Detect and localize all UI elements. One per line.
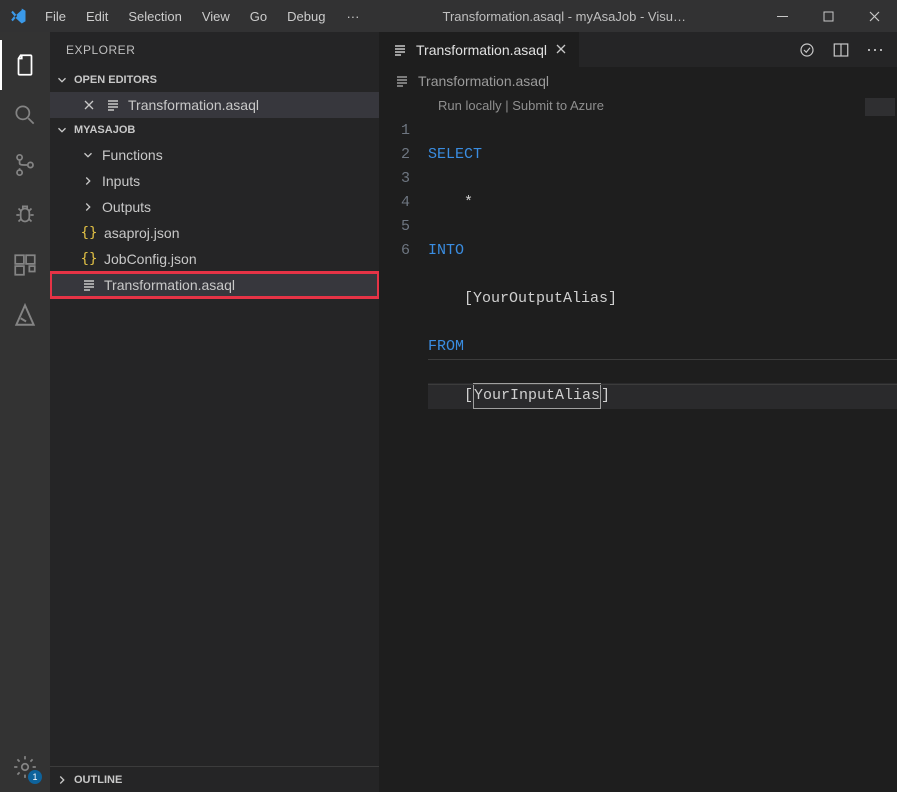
sidebar: EXPLORER OPEN EDITORS Transformation.asa…: [50, 32, 380, 792]
vscode-logo-icon: [0, 7, 36, 25]
tree-file-asaproj[interactable]: {} asaproj.json: [50, 220, 379, 246]
activity-explorer[interactable]: [0, 40, 50, 90]
activity-azure[interactable]: [0, 290, 50, 340]
tree-label: asaproj.json: [104, 225, 180, 241]
tree-label: Outputs: [102, 199, 151, 215]
open-editor-name: Transformation.asaql: [128, 97, 259, 113]
activity-extensions[interactable]: [0, 240, 50, 290]
editor-tab-label: Transformation.asaql: [416, 42, 547, 58]
open-editor-item[interactable]: Transformation.asaql: [50, 92, 379, 118]
tree-label: Functions: [102, 147, 163, 163]
json-icon: {}: [80, 225, 98, 241]
activity-settings[interactable]: 1: [0, 742, 50, 792]
minimap[interactable]: [841, 94, 897, 792]
tree-folder-outputs[interactable]: Outputs: [50, 194, 379, 220]
tree-folder-functions[interactable]: Functions: [50, 142, 379, 168]
codelens-run[interactable]: Run locally: [438, 98, 502, 113]
codelens: Run locally | Submit to Azure: [380, 94, 897, 119]
tree-label: Transformation.asaql: [104, 277, 235, 293]
tree-label: Inputs: [102, 173, 140, 189]
editor-tab[interactable]: Transformation.asaql: [380, 32, 580, 67]
workspace-label: MYASAJOB: [74, 124, 135, 136]
codelens-submit[interactable]: Submit to Azure: [512, 98, 604, 113]
workspace-section[interactable]: MYASAJOB: [50, 118, 379, 142]
activity-debug[interactable]: [0, 190, 50, 240]
menu-view[interactable]: View: [193, 3, 239, 30]
menu-selection[interactable]: Selection: [119, 3, 190, 30]
open-editors-label: OPEN EDITORS: [74, 74, 157, 86]
chevron-down-icon: [80, 148, 96, 162]
minimap-viewport[interactable]: [865, 98, 895, 116]
activity-source-control[interactable]: [0, 140, 50, 190]
tab-close-button[interactable]: [555, 42, 567, 58]
text-cursor: YourInputAlias: [473, 383, 601, 409]
more-actions-icon[interactable]: ···: [865, 32, 885, 68]
window-close-button[interactable]: [851, 0, 897, 32]
menu-bar: File Edit Selection View Go Debug ···: [36, 3, 369, 30]
tree-file-transformation[interactable]: Transformation.asaql: [50, 272, 379, 298]
editor-group: Transformation.asaql ··· Transformation.…: [380, 32, 897, 792]
code-editor[interactable]: Run locally | Submit to Azure 1 2 3 4 5 …: [380, 94, 897, 792]
chevron-right-icon: [80, 200, 96, 214]
json-icon: {}: [80, 251, 98, 267]
open-editors-section[interactable]: OPEN EDITORS: [50, 68, 379, 92]
chevron-right-icon: [80, 174, 96, 188]
menu-overflow[interactable]: ···: [336, 3, 369, 30]
editor-tabs: Transformation.asaql ···: [380, 32, 897, 68]
file-icon: [104, 97, 122, 113]
menu-debug[interactable]: Debug: [278, 3, 334, 30]
window-minimize-button[interactable]: [759, 0, 805, 32]
outline-section[interactable]: OUTLINE: [50, 766, 379, 792]
menu-edit[interactable]: Edit: [77, 3, 117, 30]
close-icon[interactable]: [80, 99, 98, 111]
file-icon: [392, 42, 408, 58]
activity-bar: 1: [0, 32, 50, 792]
breadcrumb-label: Transformation.asaql: [418, 73, 549, 89]
tree-file-jobconfig[interactable]: {} JobConfig.json: [50, 246, 379, 272]
file-tree: Functions Inputs Outputs {} asaproj.json…: [50, 142, 379, 766]
compile-icon[interactable]: [797, 32, 817, 68]
line-gutter: 1 2 3 4 5 6: [380, 119, 428, 457]
outline-label: OUTLINE: [74, 774, 122, 786]
tree-label: JobConfig.json: [104, 251, 197, 267]
file-icon: [80, 277, 98, 293]
sidebar-title: EXPLORER: [50, 32, 379, 68]
menu-file[interactable]: File: [36, 3, 75, 30]
tree-folder-inputs[interactable]: Inputs: [50, 168, 379, 194]
window-maximize-button[interactable]: [805, 0, 851, 32]
settings-badge: 1: [28, 770, 42, 784]
title-bar: File Edit Selection View Go Debug ··· Tr…: [0, 0, 897, 32]
chevron-right-icon: [54, 773, 70, 787]
split-editor-icon[interactable]: [831, 32, 851, 68]
code-content[interactable]: SELECT * INTO [YourOutputAlias] FROM [Yo…: [428, 119, 897, 457]
file-icon: [394, 73, 410, 89]
chevron-down-icon: [54, 123, 70, 137]
menu-go[interactable]: Go: [241, 3, 276, 30]
window-title: Transformation.asaql - myAsaJob - Visu…: [369, 9, 759, 24]
breadcrumb[interactable]: Transformation.asaql: [380, 68, 897, 94]
chevron-down-icon: [54, 73, 70, 87]
activity-search[interactable]: [0, 90, 50, 140]
